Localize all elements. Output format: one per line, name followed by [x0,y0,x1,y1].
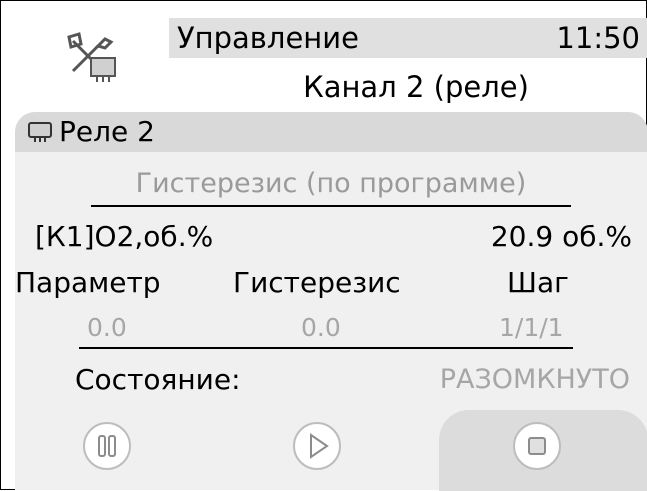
play-icon [310,433,329,459]
parameter-value: 20.9 об.% [490,220,632,253]
divider [79,347,573,349]
play-button[interactable] [293,422,341,470]
value-parameter[interactable]: 0.0 [87,312,127,344]
relay-icon [27,121,53,143]
pause-button[interactable] [83,422,131,470]
column-header-hysteresis: Гистерезис [233,266,401,299]
state-value: РАЗОМКНУТО [439,364,630,395]
pause-icon [98,435,116,457]
column-header-step: Шаг [507,266,569,299]
parameter-name: [К1]O2,об.% [35,220,214,253]
clock: 11:50 [556,21,640,55]
page-subtitle: Канал 2 (реле) [303,70,529,104]
tools-icon [53,16,133,96]
section-title: Реле 2 [59,115,155,148]
value-hysteresis[interactable]: 0.0 [301,312,341,344]
hysteresis-title: Гистерезис (по программе) [135,168,527,199]
stop-icon [528,437,546,455]
header-title: Управление [177,21,359,55]
stop-button[interactable] [513,422,561,470]
divider [91,205,571,207]
column-header-parameter: Параметр [15,266,161,299]
state-label: Состояние: [75,363,241,396]
value-step[interactable]: 1/1/1 [499,312,564,344]
device-screen: Управление 11:50 Канал 2 (реле) Реле 2 Г… [0,0,647,491]
